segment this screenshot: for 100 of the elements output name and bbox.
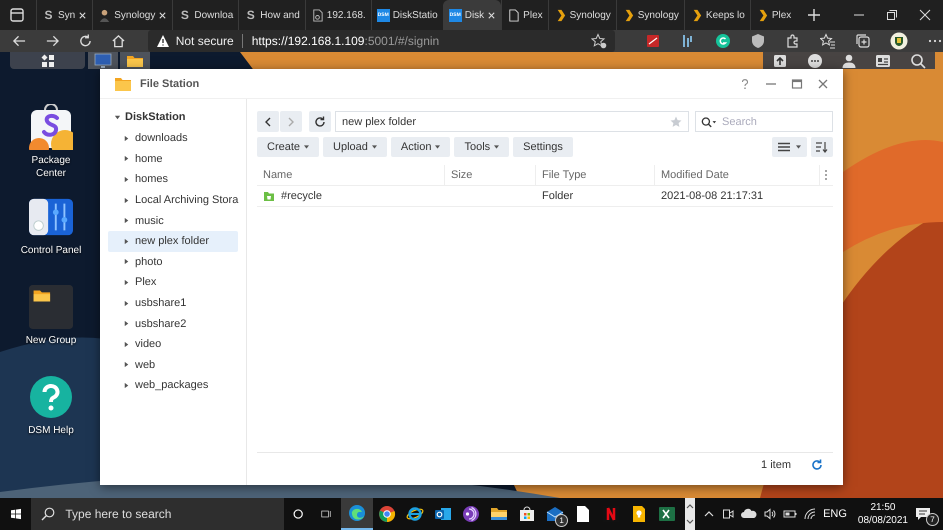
widgets-icon[interactable] <box>875 52 892 68</box>
address-bar[interactable]: Not secure https://192.168.1.109:5001/#/signin <box>148 30 616 52</box>
toolbar-button[interactable]: Settings <box>513 137 573 157</box>
caret-icon <box>435 145 440 149</box>
sort-icon <box>816 141 828 153</box>
dropdown-button[interactable]: Upload <box>323 137 387 157</box>
new-tab-icon[interactable] <box>806 7 822 23</box>
search-icon <box>41 507 56 521</box>
caret-icon <box>123 300 130 307</box>
add-favorite-icon[interactable] <box>591 33 608 49</box>
caret-icon <box>123 361 130 368</box>
home-icon[interactable] <box>110 33 126 49</box>
badge: 1 <box>555 514 568 527</box>
shield-icon[interactable] <box>750 33 766 49</box>
tree-item[interactable]: web_packages <box>108 375 238 396</box>
caret-icon <box>123 340 130 348</box>
table-cell: Folder <box>542 190 574 202</box>
column-menu-icon[interactable] <box>824 169 828 181</box>
back-icon[interactable] <box>12 33 27 49</box>
refresh-button[interactable] <box>309 111 331 132</box>
help-icon[interactable] <box>29 374 73 420</box>
tree-item[interactable]: music <box>108 210 238 231</box>
tree-item[interactable]: video <box>108 334 238 355</box>
extension-icon[interactable] <box>715 33 732 49</box>
search-box[interactable]: Type here to search <box>31 498 284 530</box>
column-header[interactable]: Name <box>257 165 445 185</box>
sort-button[interactable] <box>811 137 833 157</box>
circle-icon[interactable] <box>293 507 304 521</box>
window-title: File Station <box>140 78 200 90</box>
start-icon[interactable] <box>11 507 22 521</box>
monitor-icon <box>94 52 112 70</box>
upload-icon[interactable] <box>772 52 788 68</box>
browser-icon <box>406 505 424 523</box>
scroll-control[interactable] <box>685 498 696 530</box>
package-icon[interactable] <box>29 104 73 150</box>
tree-item[interactable]: usbshare1 <box>108 292 238 314</box>
camera-icon[interactable] <box>722 508 734 520</box>
back-button[interactable] <box>257 111 279 132</box>
grid-icon <box>40 54 54 68</box>
dropdown-button[interactable]: Create <box>257 137 320 157</box>
maximize-icon[interactable] <box>791 78 803 90</box>
refresh-icon[interactable] <box>811 459 823 471</box>
tree-item[interactable]: home <box>108 148 238 170</box>
back-icon <box>263 116 273 126</box>
column-header[interactable]: File Type <box>536 165 655 185</box>
caret-icon <box>372 145 377 149</box>
tree-item[interactable]: photo <box>108 252 238 272</box>
caret-icon <box>123 217 130 224</box>
column-header[interactable]: Modified Date <box>655 165 820 185</box>
view-button[interactable] <box>772 137 807 157</box>
restore-icon[interactable] <box>886 9 898 21</box>
caret-icon <box>123 176 130 183</box>
chat-icon[interactable] <box>806 52 823 68</box>
language-indicator[interactable]: ENG <box>823 508 847 520</box>
extension-icon[interactable] <box>645 33 662 49</box>
browser-icon <box>348 504 366 522</box>
taskbar-button[interactable] <box>341 498 374 530</box>
caret-icon <box>123 134 130 142</box>
column-header[interactable]: Size <box>445 165 536 185</box>
tab-actions-icon[interactable] <box>9 7 25 23</box>
taskbar-button[interactable]: 1 <box>541 498 570 530</box>
tree-item[interactable]: downloads <box>108 128 238 149</box>
forward-icon[interactable] <box>44 33 60 49</box>
search-icon[interactable] <box>910 52 926 68</box>
caret-icon <box>123 278 130 286</box>
notifications-button[interactable]: 7 <box>914 503 937 525</box>
wifi-icon[interactable] <box>804 508 816 520</box>
tree-item[interactable]: Local Archiving Stora <box>108 190 238 210</box>
tree-item[interactable]: DiskStation <box>108 108 238 126</box>
caret-icon <box>114 114 121 120</box>
tree-item[interactable]: usbshare2 <box>108 313 238 334</box>
path-field[interactable]: new plex folder <box>335 111 689 132</box>
user-icon[interactable] <box>840 52 857 68</box>
page-icon <box>507 8 520 22</box>
dropdown-button[interactable]: Tools <box>454 137 510 157</box>
profile-avatar[interactable] <box>890 32 908 50</box>
tree-item[interactable]: web <box>108 354 238 376</box>
taskbar-app[interactable] <box>120 52 150 69</box>
taskbar-app[interactable] <box>88 52 118 69</box>
caret-icon <box>494 145 500 149</box>
reload-icon[interactable] <box>78 33 93 49</box>
group-icon[interactable] <box>29 284 73 330</box>
tree-item[interactable]: Plex <box>108 272 238 293</box>
clock[interactable]: 21:50 08/08/2021 <box>858 501 908 527</box>
star-icon[interactable] <box>670 116 682 128</box>
forward-icon <box>286 116 296 126</box>
tree-item[interactable]: new plex folder <box>108 230 238 252</box>
favorites-icon[interactable] <box>820 33 836 49</box>
collections-icon[interactable] <box>855 33 872 49</box>
caret-icon <box>304 145 310 149</box>
search-field[interactable]: Search <box>695 111 833 132</box>
volume-icon[interactable] <box>764 508 776 520</box>
caret-icon <box>796 145 801 149</box>
page-icon <box>310 8 324 22</box>
shortcut-label: DSM Help <box>27 424 75 437</box>
shortcut-label: Control Panel <box>20 244 82 257</box>
tree-item[interactable]: homes <box>108 169 238 190</box>
caret-icon <box>123 382 130 389</box>
dropdown-button[interactable]: Action <box>390 137 450 157</box>
main-menu-button[interactable] <box>10 52 85 69</box>
